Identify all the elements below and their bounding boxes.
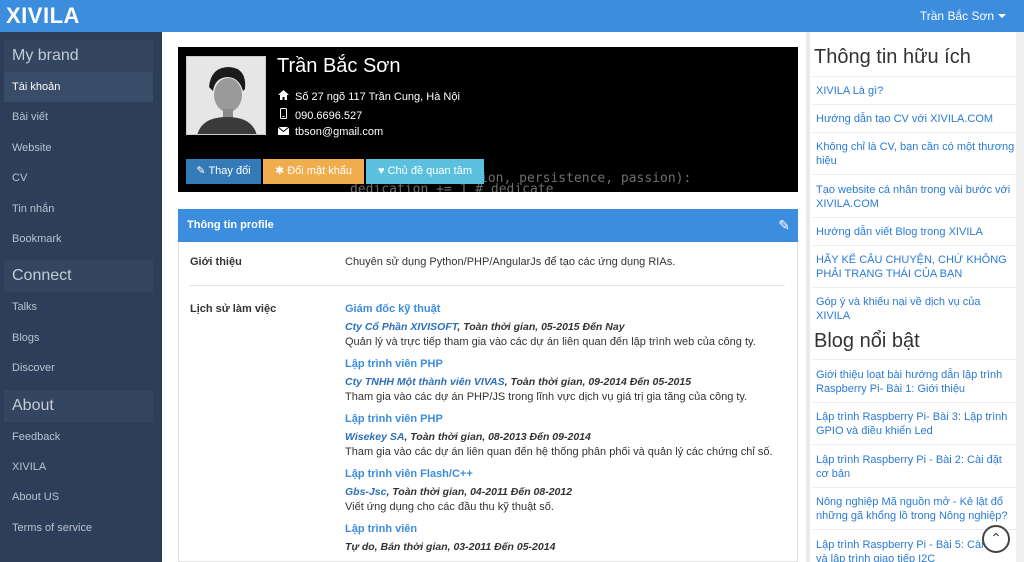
user-menu[interactable]: Trần Bắc Sơn bbox=[920, 9, 1006, 23]
profile-panel-header: Thông tin profile ✎ bbox=[178, 209, 798, 242]
email-line: tbson@gmail.com bbox=[277, 126, 383, 138]
address-text: Số 27 ngõ 117 Trần Cung, Hà Nội bbox=[295, 91, 460, 103]
home-icon bbox=[277, 90, 289, 103]
featured-blog-title: Blog nổi bật bbox=[814, 330, 920, 352]
logo[interactable]: XIVILA bbox=[6, 3, 80, 29]
change-password-button[interactable]: ✱ Đổi mật khẩu bbox=[263, 159, 364, 184]
job-title[interactable]: Giám đốc kỹ thuật bbox=[345, 303, 440, 315]
job-company[interactable]: Cty TNHH Một thành viên VIVAS bbox=[345, 376, 505, 388]
profile-hero: ion, persistence, passion): dedication +… bbox=[178, 47, 798, 192]
phone-icon bbox=[277, 108, 289, 122]
useful-link[interactable]: Tạo website cá nhân trong vài bước với X… bbox=[816, 183, 1016, 211]
chevron-down-icon bbox=[998, 14, 1006, 18]
job-meta: Cty Cổ Phần XIVISOFT, Toàn thời gian, 05… bbox=[345, 321, 625, 333]
useful-link[interactable]: XIVILA Là gì? bbox=[816, 84, 1016, 98]
edit-profile-label: Thay đổi bbox=[208, 165, 251, 177]
sidebar-item-about-us[interactable]: About US bbox=[4, 482, 153, 512]
profile-panel-title: Thông tin profile bbox=[187, 219, 274, 231]
job-period: , Toàn thời gian, 08-2013 Đến 09-2014 bbox=[404, 431, 591, 443]
top-navbar: XIVILA Trần Bắc Sơn bbox=[0, 0, 1024, 32]
job-company[interactable]: Wisekey SA bbox=[345, 431, 404, 443]
pencil-icon: ✎ bbox=[196, 165, 206, 177]
sidebar-item-feedback[interactable]: Feedback bbox=[4, 422, 153, 452]
intro-label: Giới thiệu bbox=[190, 256, 242, 268]
job-meta: Wisekey SA, Toàn thời gian, 08-2013 Đến … bbox=[345, 431, 591, 443]
sidebar-section-about: About bbox=[4, 389, 153, 422]
pencil-icon[interactable]: ✎ bbox=[778, 209, 790, 242]
job-description: Tham gia vào các dự án liên quan đến hệ … bbox=[345, 446, 773, 458]
sidebar-item-blogs[interactable]: Blogs bbox=[4, 323, 153, 353]
job-description: Tham gia vào các dự án PHP/JS trong lĩnh… bbox=[345, 391, 748, 403]
sidebar-item-tin-nhan[interactable]: Tin nhắn bbox=[4, 194, 153, 224]
heart-icon: ♥ bbox=[378, 165, 385, 177]
favorite-topics-label: Chủ đề quan tâm bbox=[387, 165, 472, 177]
job-description: Viết ứng dụng cho các đầu thu kỹ thuật s… bbox=[345, 501, 554, 513]
sidebar-item-bai-viet[interactable]: Bài viết bbox=[4, 102, 153, 132]
job-company[interactable]: Cty Cổ Phần XIVISOFT bbox=[345, 321, 457, 333]
useful-link[interactable]: Góp ý và khiếu nại về dịch vụ của XIVILA bbox=[816, 295, 1016, 323]
job-meta: Tự do, Bán thời gian, 03-2011 Đến 05-201… bbox=[345, 541, 556, 553]
sidebar-item-website[interactable]: Website bbox=[4, 133, 153, 163]
job-title[interactable]: Lập trình viên PHP bbox=[345, 358, 443, 370]
sidebar-item-xivila[interactable]: XIVILA bbox=[4, 452, 153, 482]
main-content: ion, persistence, passion): dedication +… bbox=[162, 32, 806, 562]
user-name: Trần Bắc Sơn bbox=[919, 9, 994, 23]
useful-link[interactable]: Hướng dẫn viết Blog trong XIVILA bbox=[816, 225, 1016, 239]
job-title[interactable]: Lập trình viên PHP bbox=[345, 413, 443, 425]
phone-text: 090.6696.527 bbox=[295, 110, 363, 122]
job-meta: Cty TNHH Một thành viên VIVAS, Toàn thời… bbox=[345, 376, 691, 388]
job-period: , Toàn thời gian, 09-2014 Đến 05-2015 bbox=[504, 376, 692, 388]
blog-link[interactable]: Lập trình Raspberry Pi - Bài 2: Cài đặt … bbox=[816, 453, 1016, 481]
job-title[interactable]: Lập trình viên Flash/C++ bbox=[345, 468, 473, 480]
sidebar-section-my-brand: My brand bbox=[4, 40, 153, 72]
sidebar: My brand Tài khoản Bài viết Website CV T… bbox=[0, 32, 162, 562]
right-sidebar: Thông tin hữu ích XIVILA Là gì? Hướng dẫ… bbox=[806, 32, 1016, 562]
change-password-label: Đổi mật khẩu bbox=[287, 165, 353, 177]
scroll-top-icon[interactable]: ⌃ bbox=[982, 525, 1010, 553]
intro-text: Chuyên sử dụng Python/PHP/AngularJs để t… bbox=[345, 256, 676, 268]
useful-link[interactable]: HÃY KỂ CÂU CHUYỆN, CHỨ KHÔNG PHẢI TRẠNG … bbox=[816, 253, 1016, 281]
divider bbox=[189, 285, 785, 286]
avatar bbox=[186, 56, 266, 135]
sidebar-item-discover[interactable]: Discover bbox=[4, 353, 153, 383]
address-line: Số 27 ngõ 117 Trần Cung, Hà Nội bbox=[277, 90, 460, 103]
sidebar-item-talks[interactable]: Talks bbox=[4, 292, 153, 322]
sidebar-section-connect: Connect bbox=[4, 260, 153, 293]
job-title[interactable]: Lập trình viên bbox=[345, 523, 417, 535]
scrollbar[interactable] bbox=[1016, 32, 1024, 562]
phone-line: 090.6696.527 bbox=[277, 108, 362, 122]
edit-profile-button[interactable]: ✎ Thay đổi bbox=[186, 159, 261, 184]
job-company[interactable]: Gbs-Jsc bbox=[345, 486, 386, 498]
favorite-topics-button[interactable]: ♥ Chủ đề quan tâm bbox=[366, 159, 484, 184]
sidebar-item-bookmark[interactable]: Bookmark bbox=[4, 224, 153, 254]
sidebar-item-terms[interactable]: Terms of service bbox=[4, 513, 153, 543]
job-meta: Gbs-Jsc, Toàn thời gian, 04-2011 Đến 08-… bbox=[345, 486, 572, 498]
job-description: Quản lý và trực tiếp tham gia vào các dự… bbox=[345, 336, 756, 348]
email-text[interactable]: tbson@gmail.com bbox=[295, 126, 383, 138]
blog-link[interactable]: Nông nghiệp Mã nguồn mở - Kẻ lật đổ nhữn… bbox=[816, 495, 1016, 523]
blog-link[interactable]: Lập trình Raspberry Pi- Bài 3: Lập trình… bbox=[816, 410, 1016, 438]
job-period: , Toàn thời gian, 04-2011 Đến 08-2012 bbox=[386, 486, 573, 498]
sidebar-item-tai-khoan[interactable]: Tài khoản bbox=[4, 72, 153, 103]
hero-name: Trần Bắc Sơn bbox=[277, 55, 401, 77]
useful-link[interactable]: Không chỉ là CV, bạn cần có một thương h… bbox=[816, 140, 1016, 168]
useful-link[interactable]: Hướng dẫn tạo CV với XIVILA.COM bbox=[816, 112, 1016, 126]
useful-info-title: Thông tin hữu ích bbox=[814, 46, 971, 68]
envelope-icon bbox=[277, 126, 289, 138]
sidebar-item-cv[interactable]: CV bbox=[4, 163, 153, 193]
profile-panel-body: Giới thiệu Chuyên sử dụng Python/PHP/Ang… bbox=[178, 242, 798, 562]
blog-link[interactable]: Giới thiệu loạt bài hướng dẫn lập trình … bbox=[816, 368, 1016, 396]
gear-icon: ✱ bbox=[274, 165, 285, 177]
job-period: , Toàn thời gian, 05-2015 Đến Nay bbox=[457, 321, 625, 333]
work-history-label: Lịch sử làm việc bbox=[190, 303, 277, 315]
